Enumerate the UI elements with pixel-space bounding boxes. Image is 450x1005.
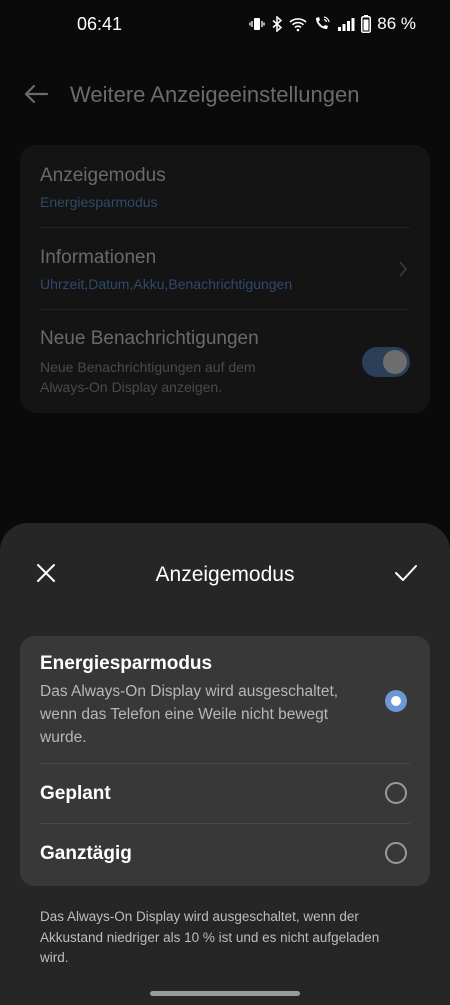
vibrate-icon bbox=[249, 16, 265, 32]
wifi-icon bbox=[289, 16, 307, 32]
confirm-button[interactable] bbox=[390, 559, 422, 591]
settings-card: Anzeigemodus Energiesparmodus Informatio… bbox=[20, 145, 430, 413]
wifi-calling-icon bbox=[313, 16, 331, 32]
divider bbox=[40, 309, 410, 310]
setting-subtitle: Uhrzeit,Datum,Akku,Benachrichtigungen bbox=[40, 276, 293, 292]
setting-subtitle: Neue Benachrichtigungen auf dem Always-O… bbox=[40, 359, 256, 395]
battery-percent: 86 % bbox=[377, 14, 416, 33]
radio-scheduled[interactable] bbox=[385, 782, 407, 804]
bluetooth-icon bbox=[271, 16, 283, 32]
status-bar: 06:41 86 % bbox=[0, 0, 450, 50]
divider bbox=[40, 823, 410, 824]
setting-title: Anzeigemodus bbox=[40, 165, 166, 186]
notifications-toggle[interactable] bbox=[362, 347, 410, 377]
setting-information[interactable]: Informationen Uhrzeit,Datum,Akku,Benachr… bbox=[40, 247, 410, 292]
setting-title: Informationen bbox=[40, 247, 157, 268]
back-button[interactable] bbox=[20, 80, 52, 112]
radio-all-day[interactable] bbox=[385, 842, 407, 864]
setting-title: Neue Benachrichtigungen bbox=[40, 328, 259, 349]
chevron-right-icon bbox=[398, 260, 408, 283]
setting-display-mode[interactable]: Anzeigemodus Energiesparmodus bbox=[40, 165, 410, 210]
options-card: Energiesparmodus Das Always-On Display w… bbox=[20, 636, 430, 886]
bottom-sheet: Anzeigemodus Energiesparmodus Das Always… bbox=[0, 523, 450, 1005]
toggle-knob bbox=[383, 350, 407, 374]
divider bbox=[40, 763, 410, 764]
option-all-day[interactable]: Ganztägig bbox=[40, 843, 410, 865]
status-icons: 86 % bbox=[249, 14, 416, 34]
setting-subtitle: Energiesparmodus bbox=[40, 194, 158, 210]
option-title: Energiesparmodus bbox=[40, 653, 213, 674]
sheet-title: Anzeigemodus bbox=[155, 563, 295, 586]
option-scheduled[interactable]: Geplant bbox=[40, 783, 410, 805]
arrow-left-icon bbox=[23, 84, 49, 109]
status-time: 06:41 bbox=[77, 14, 123, 34]
home-indicator[interactable] bbox=[150, 991, 300, 996]
screen: 06:41 86 % Weitere Anzeigeeinstellungen … bbox=[0, 0, 450, 1005]
setting-new-notifications[interactable]: Neue Benachrichtigungen Neue Benachricht… bbox=[40, 328, 410, 397]
option-energy-saving[interactable]: Energiesparmodus Das Always-On Display w… bbox=[40, 653, 410, 749]
footnote: Das Always-On Display wird ausgeschaltet… bbox=[40, 909, 380, 965]
divider bbox=[40, 227, 410, 228]
option-title: Geplant bbox=[40, 783, 111, 804]
signal-icon bbox=[337, 16, 355, 32]
page-title: Weitere Anzeigeeinstellungen bbox=[70, 82, 360, 107]
battery-icon bbox=[361, 15, 372, 33]
header: Weitere Anzeigeeinstellungen bbox=[0, 70, 450, 120]
check-icon bbox=[394, 563, 418, 588]
option-description: Das Always-On Display wird ausgeschaltet… bbox=[40, 683, 339, 746]
option-title: Ganztägig bbox=[40, 843, 132, 864]
radio-energy-saving[interactable] bbox=[385, 690, 407, 712]
